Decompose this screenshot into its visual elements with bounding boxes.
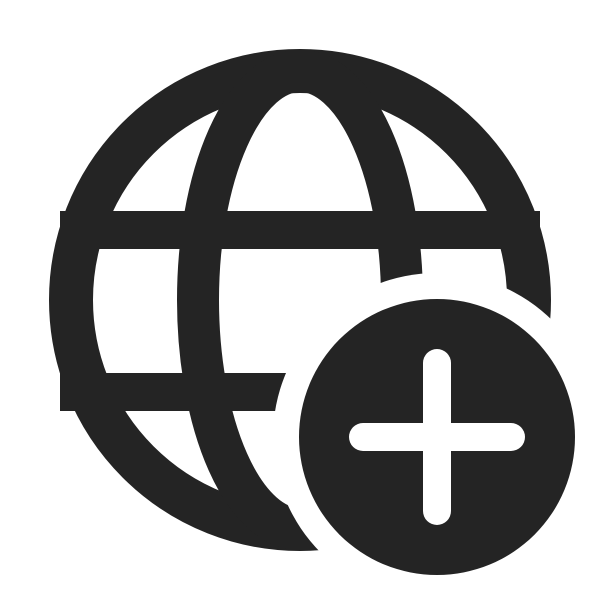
globe-add-icon	[49, 49, 575, 575]
icon-canvas	[0, 0, 600, 600]
add-badge-icon	[299, 299, 575, 575]
